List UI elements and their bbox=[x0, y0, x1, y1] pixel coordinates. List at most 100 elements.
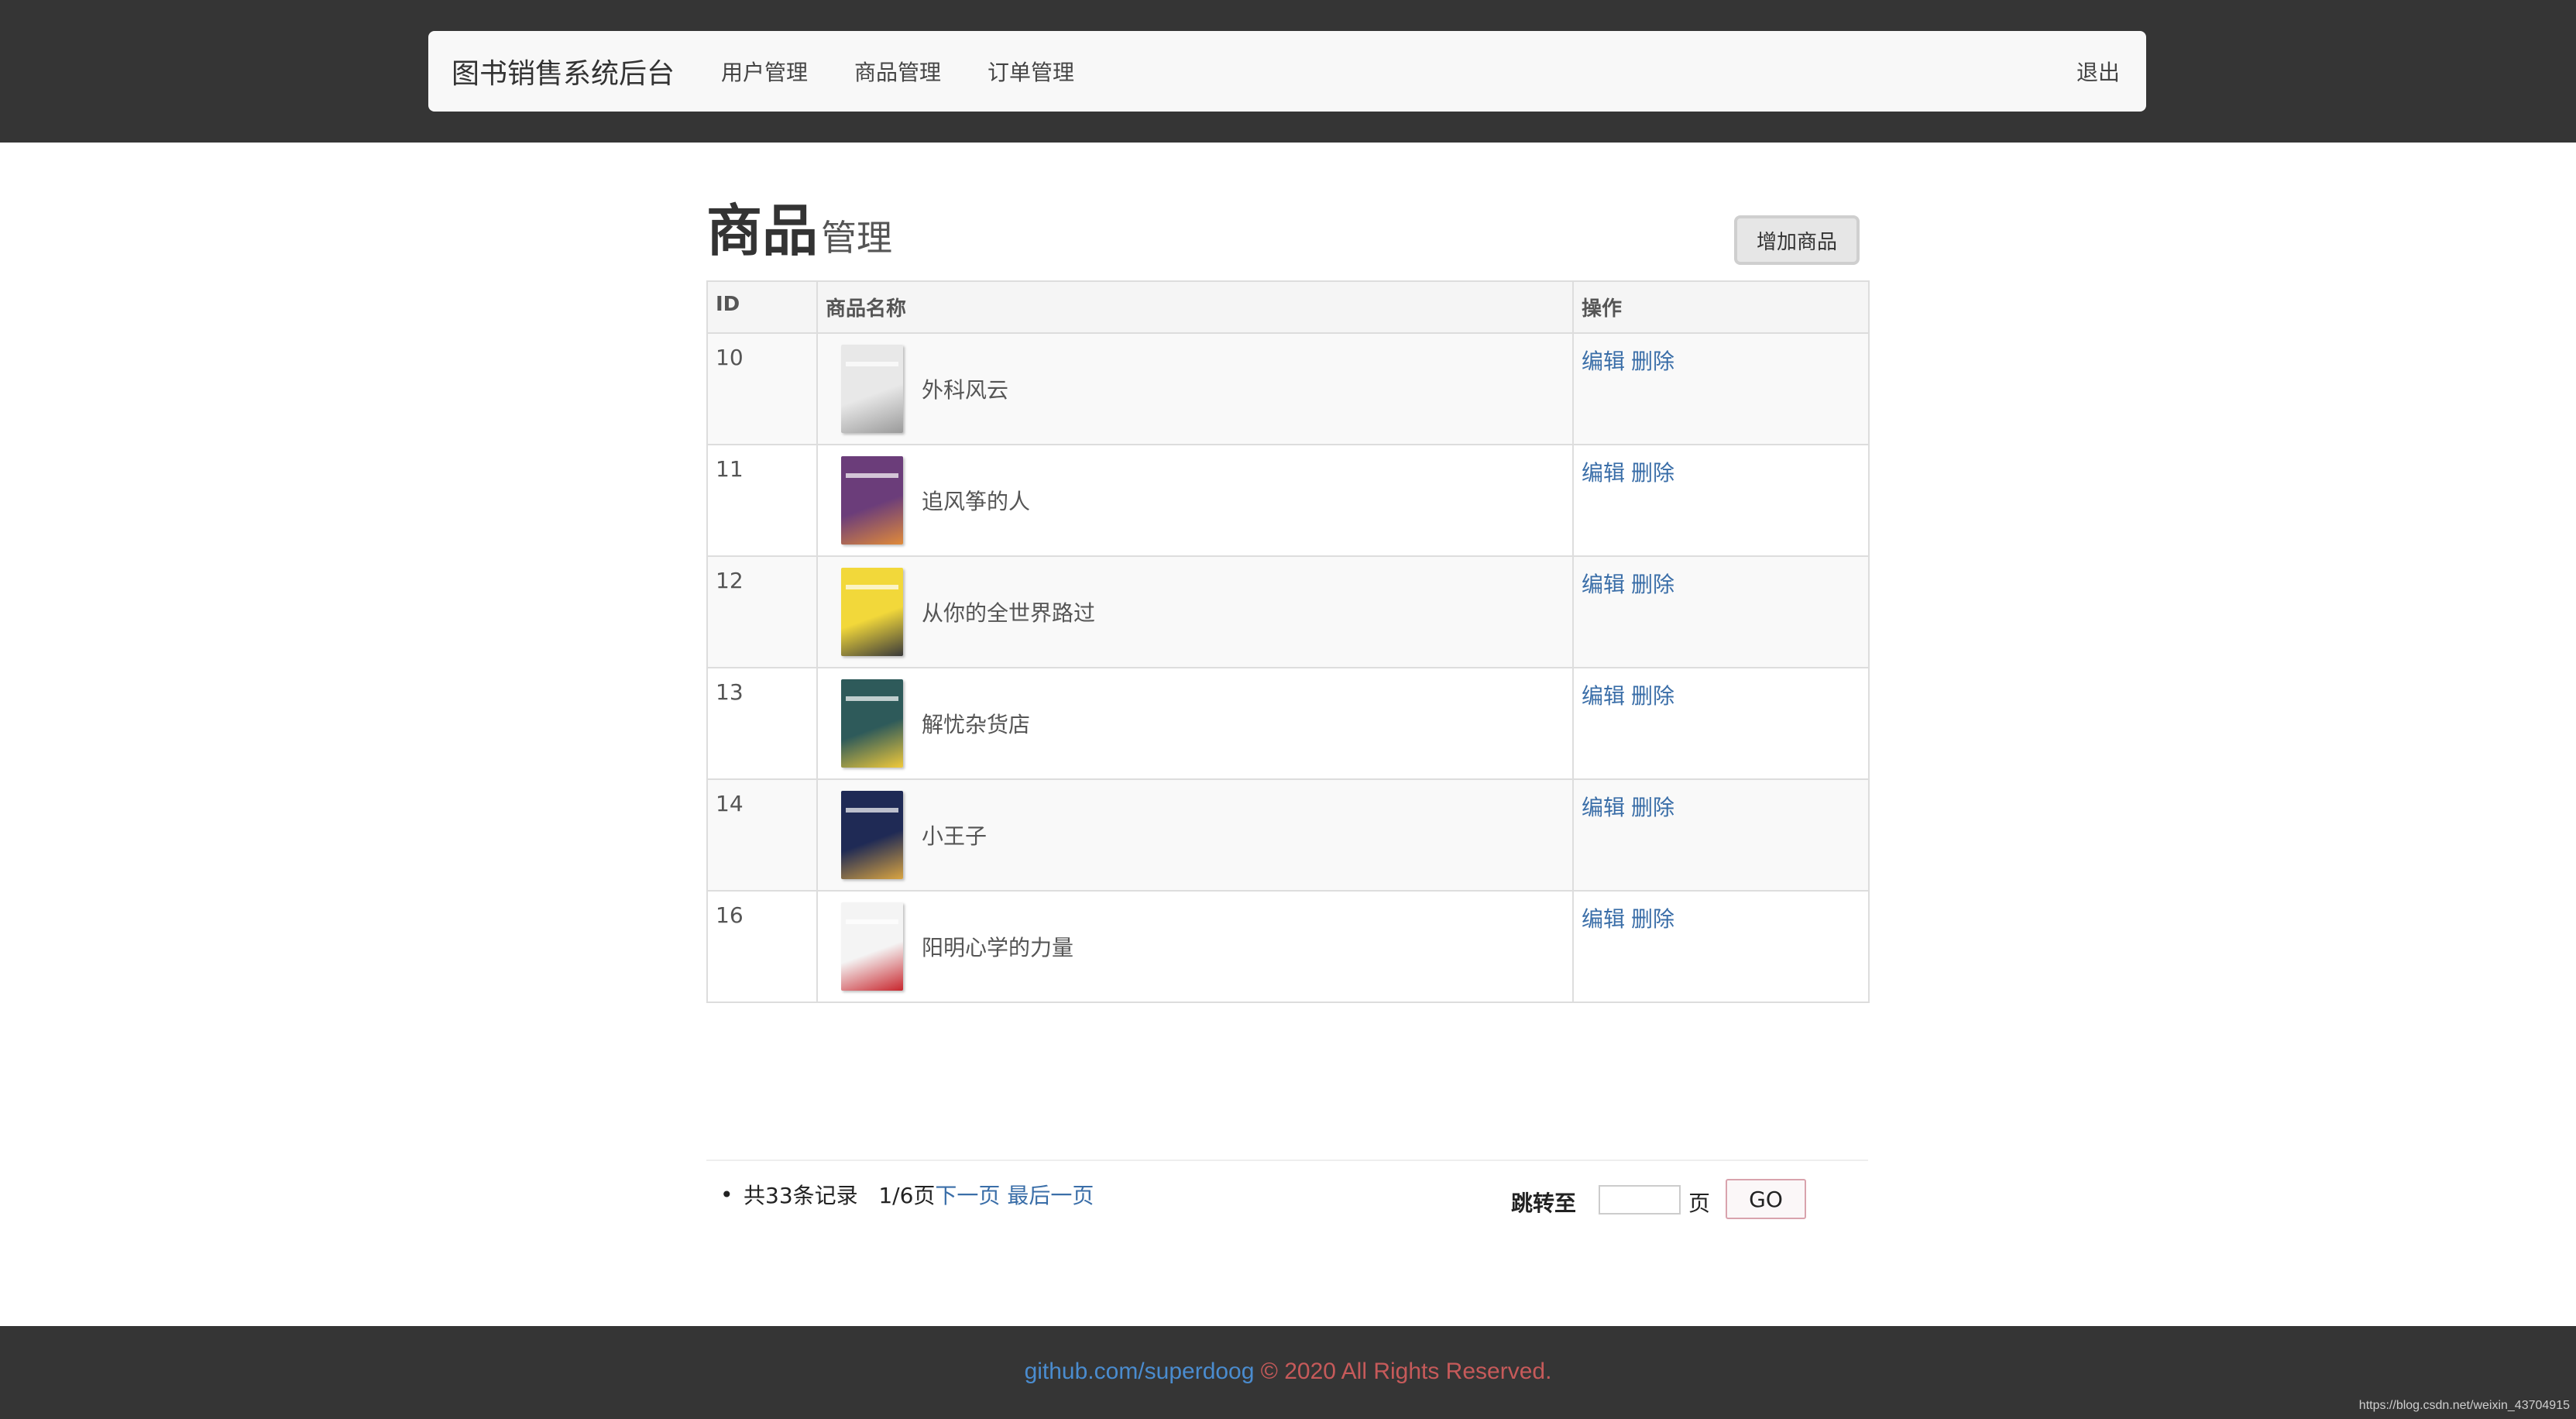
main-content: 商品管理 增加商品 ID 商品名称 操作 10 外科风云 编辑 删除 11 追风筝的人 编辑… bbox=[706, 143, 1870, 1219]
delete-link[interactable]: 删除 bbox=[1631, 572, 1674, 597]
page-header: 商品管理 增加商品 bbox=[706, 143, 1868, 280]
goods-name-wrapper: 小王子 bbox=[826, 791, 1564, 879]
go-button[interactable]: GO bbox=[1726, 1179, 1806, 1219]
goods-actions: 编辑 删除 bbox=[1572, 444, 1870, 557]
goods-name-cell: 外科风云 bbox=[816, 332, 1574, 445]
delete-link[interactable]: 删除 bbox=[1631, 795, 1674, 820]
jump-to-label: 跳转至 bbox=[1511, 1191, 1577, 1216]
last-page-link[interactable]: 最后一页 bbox=[1007, 1183, 1094, 1208]
footer-text: github.com/superdoog © 2020 All Rights R… bbox=[0, 1359, 2576, 1385]
book-cover-band bbox=[846, 585, 898, 589]
table-row: 14 小王子 编辑 删除 bbox=[706, 778, 1870, 892]
goods-name-wrapper: 追风筝的人 bbox=[826, 456, 1564, 545]
table-row: 16 阳明心学的力量 编辑 删除 bbox=[706, 890, 1870, 1003]
divider bbox=[706, 1160, 1868, 1161]
goods-name-wrapper: 外科风云 bbox=[826, 345, 1564, 433]
goods-name: 追风筝的人 bbox=[922, 489, 1031, 514]
book-cover-image bbox=[826, 456, 919, 545]
book-cover-image bbox=[826, 791, 919, 879]
goods-id: 12 bbox=[706, 555, 818, 668]
goods-actions: 编辑 删除 bbox=[1572, 778, 1870, 892]
goods-id: 13 bbox=[706, 667, 818, 780]
edit-link[interactable]: 编辑 bbox=[1582, 683, 1625, 709]
goods-name-cell: 解忧杂货店 bbox=[816, 667, 1574, 780]
copyright-text: © 2020 All Rights Reserved. bbox=[1260, 1359, 1552, 1384]
nav-user-management[interactable]: 用户管理 bbox=[721, 56, 808, 87]
table-row: 13 解忧杂货店 编辑 删除 bbox=[706, 667, 1870, 780]
table-row: 11 追风筝的人 编辑 删除 bbox=[706, 444, 1870, 557]
goods-name: 小王子 bbox=[922, 823, 987, 849]
goods-table-body: 10 外科风云 编辑 删除 11 追风筝的人 编辑 删除 12 从你的全世界路过 编辑 删除 13 解忧杂… bbox=[706, 332, 1870, 1003]
book-cover-icon bbox=[841, 568, 903, 656]
goods-name: 从你的全世界路过 bbox=[922, 600, 1096, 626]
goods-name-cell: 小王子 bbox=[816, 778, 1574, 892]
delete-link[interactable]: 删除 bbox=[1631, 683, 1674, 709]
goods-name-wrapper: 从你的全世界路过 bbox=[826, 568, 1564, 656]
total-records: 共33条记录 bbox=[744, 1183, 858, 1208]
book-cover-band bbox=[846, 362, 898, 366]
github-link[interactable]: github.com/superdoog bbox=[1025, 1359, 1255, 1384]
footer: github.com/superdoog © 2020 All Rights R… bbox=[0, 1326, 2576, 1419]
delete-link[interactable]: 删除 bbox=[1631, 906, 1674, 932]
add-goods-button[interactable]: 增加商品 bbox=[1734, 215, 1860, 265]
pagination-info: 共33条记录 1/6页下一页 最后一页 bbox=[744, 1179, 1094, 1210]
nav-goods-management[interactable]: 商品管理 bbox=[854, 56, 941, 87]
goods-name-cell: 阳明心学的力量 bbox=[816, 890, 1574, 1003]
book-cover-icon bbox=[841, 679, 903, 768]
delete-link[interactable]: 删除 bbox=[1631, 349, 1674, 374]
book-cover-icon bbox=[841, 456, 903, 545]
goods-id: 11 bbox=[706, 444, 818, 557]
book-cover-band bbox=[846, 473, 898, 478]
book-cover-icon bbox=[841, 791, 903, 879]
goods-name: 阳明心学的力量 bbox=[922, 935, 1074, 960]
brand-title[interactable]: 图书销售系统后台 bbox=[452, 51, 675, 91]
goods-name-cell: 追风筝的人 bbox=[816, 444, 1574, 557]
nav-order-management[interactable]: 订单管理 bbox=[987, 56, 1074, 87]
goods-id: 14 bbox=[706, 778, 818, 892]
goods-table: ID 商品名称 操作 10 外科风云 编辑 删除 11 追风筝的人 编辑 删除 12 从你的全世界… bbox=[706, 280, 1870, 1003]
book-cover-image bbox=[826, 902, 919, 991]
edit-link[interactable]: 编辑 bbox=[1582, 795, 1625, 820]
goods-name: 解忧杂货店 bbox=[922, 712, 1031, 737]
page-title-main: 商品 bbox=[706, 198, 819, 263]
goods-name-wrapper: 解忧杂货店 bbox=[826, 679, 1564, 768]
goods-actions: 编辑 删除 bbox=[1572, 555, 1870, 668]
navbar: 图书销售系统后台 用户管理 商品管理 订单管理 退出 bbox=[428, 31, 2146, 112]
goods-actions: 编辑 删除 bbox=[1572, 890, 1870, 1003]
page-indicator: 1/6页 bbox=[878, 1183, 936, 1208]
goods-name-cell: 从你的全世界路过 bbox=[816, 555, 1574, 668]
goods-name: 外科风云 bbox=[922, 377, 1009, 403]
goods-id: 10 bbox=[706, 332, 818, 445]
column-header-actions: 操作 bbox=[1572, 280, 1870, 334]
page-title-sub: 管理 bbox=[821, 217, 893, 259]
edit-link[interactable]: 编辑 bbox=[1582, 906, 1625, 932]
edit-link[interactable]: 编辑 bbox=[1582, 460, 1625, 486]
book-cover-band bbox=[846, 696, 898, 701]
goods-actions: 编辑 删除 bbox=[1572, 332, 1870, 445]
list-bullet: • bbox=[720, 1182, 733, 1208]
table-row: 10 外科风云 编辑 删除 bbox=[706, 332, 1870, 445]
delete-link[interactable]: 删除 bbox=[1631, 460, 1674, 486]
column-header-id: ID bbox=[706, 280, 818, 334]
book-cover-image bbox=[826, 568, 919, 656]
edit-link[interactable]: 编辑 bbox=[1582, 572, 1625, 597]
book-cover-icon bbox=[841, 345, 903, 433]
top-bar: 图书销售系统后台 用户管理 商品管理 订单管理 退出 bbox=[0, 0, 2576, 143]
table-header-row: ID 商品名称 操作 bbox=[706, 280, 1870, 334]
goods-id: 16 bbox=[706, 890, 818, 1003]
goods-name-wrapper: 阳明心学的力量 bbox=[826, 902, 1564, 991]
book-cover-band bbox=[846, 919, 898, 924]
book-cover-band bbox=[846, 808, 898, 813]
logout-link[interactable]: 退出 bbox=[2076, 56, 2120, 87]
goods-actions: 编辑 删除 bbox=[1572, 667, 1870, 780]
next-page-link[interactable]: 下一页 bbox=[935, 1183, 1000, 1208]
watermark-text: https://blog.csdn.net/weixin_43704915 bbox=[2358, 1399, 2570, 1412]
jump-page-unit: 页 bbox=[1688, 1191, 1711, 1216]
book-cover-image bbox=[826, 679, 919, 768]
column-header-name: 商品名称 bbox=[816, 280, 1574, 334]
book-cover-icon bbox=[841, 902, 903, 991]
table-row: 12 从你的全世界路过 编辑 删除 bbox=[706, 555, 1870, 668]
edit-link[interactable]: 编辑 bbox=[1582, 349, 1625, 374]
jump-page-input[interactable] bbox=[1599, 1185, 1681, 1215]
page-title: 商品管理 bbox=[706, 203, 892, 259]
